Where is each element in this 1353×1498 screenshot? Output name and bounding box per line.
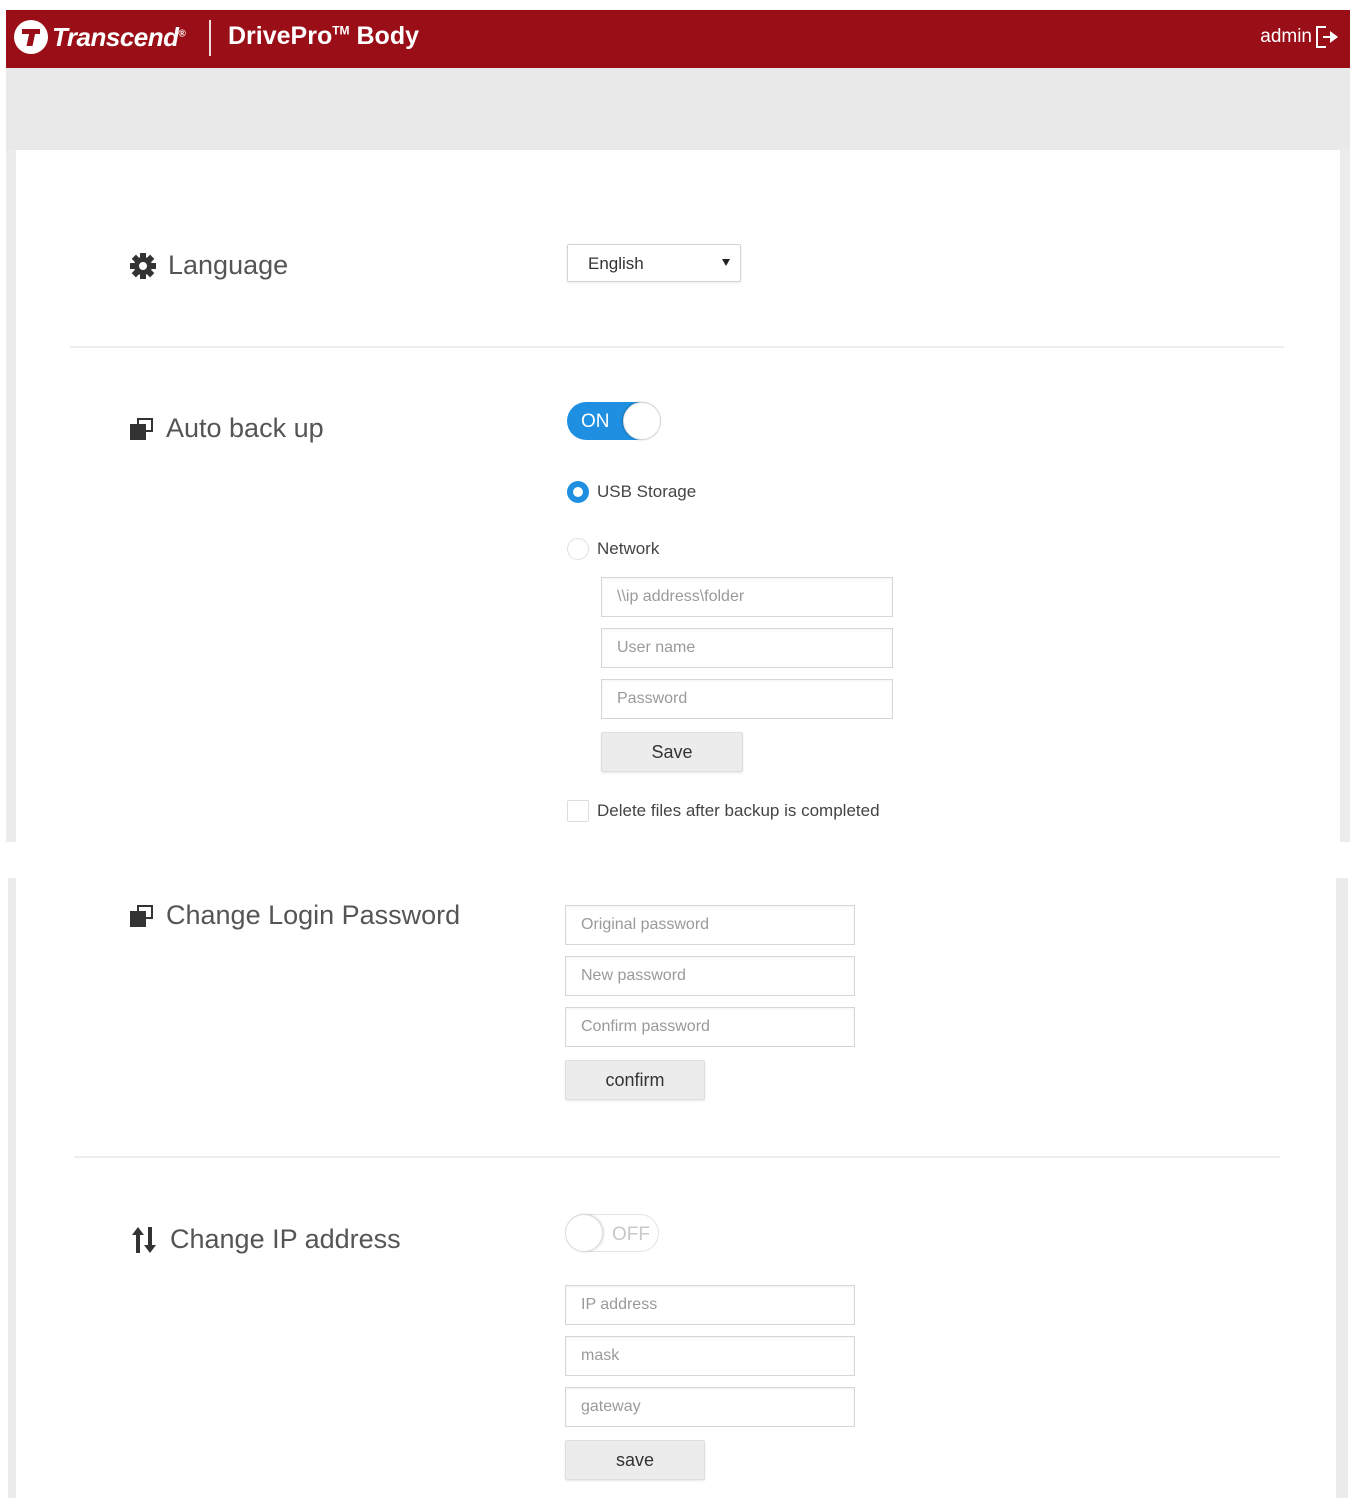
section-divider	[74, 1156, 1280, 1158]
toggle-off-label: OFF	[612, 1224, 650, 1245]
product-suffix: Body	[356, 22, 420, 50]
change-password-section-label: Change Login Password	[130, 900, 460, 931]
delete-after-backup-label: Delete files after backup is completed	[597, 801, 880, 820]
header-divider	[209, 20, 211, 56]
dropdown-arrow-icon	[722, 259, 730, 266]
delete-after-backup-option[interactable]: Delete files after backup is completed	[567, 800, 880, 822]
copy-icon	[130, 417, 154, 440]
toggle-knob	[623, 402, 661, 440]
network-password-input[interactable]	[601, 679, 893, 719]
language-select[interactable]: English	[567, 244, 741, 282]
confirm-password-input[interactable]	[565, 1007, 855, 1047]
card-border	[6, 150, 16, 842]
card-border	[8, 878, 16, 1498]
network-username-input[interactable]	[601, 628, 893, 668]
section-divider	[70, 346, 1284, 348]
language-label: Language	[168, 250, 289, 280]
toggle-knob	[565, 1214, 603, 1252]
user-menu[interactable]: admin	[1260, 25, 1340, 49]
auto-backup-label: Auto back up	[166, 413, 324, 443]
network-option[interactable]: Network	[567, 538, 659, 560]
network-save-button[interactable]: Save	[601, 732, 743, 772]
user-name: admin	[1260, 26, 1312, 47]
product-tm: TM	[332, 23, 350, 38]
ip-address-input[interactable]	[565, 1285, 855, 1325]
top-header: Transcend® DriveProTM Body admin	[6, 10, 1350, 68]
ip-save-button[interactable]: save	[565, 1440, 705, 1480]
card-border	[1340, 150, 1350, 842]
delete-after-backup-checkbox[interactable]	[567, 800, 589, 822]
brand-logo: Transcend®	[14, 20, 186, 54]
network-path-input[interactable]	[601, 577, 893, 617]
change-ip-section-label: Change IP address	[132, 1224, 401, 1255]
usb-storage-radio[interactable]	[567, 481, 589, 503]
change-password-label: Change Login Password	[166, 900, 461, 930]
gear-icon	[130, 252, 156, 279]
network-label: Network	[597, 539, 660, 558]
product-title: DriveProTM Body	[228, 22, 419, 51]
usb-storage-label: USB Storage	[597, 482, 697, 501]
brand-name: Transcend	[52, 21, 179, 52]
subheader-band	[6, 68, 1350, 150]
network-radio[interactable]	[567, 538, 589, 560]
change-ip-toggle[interactable]: OFF	[565, 1214, 659, 1252]
original-password-input[interactable]	[565, 905, 855, 945]
language-section-label: Language	[130, 250, 288, 281]
logout-icon[interactable]	[1316, 25, 1340, 49]
toggle-on-label: ON	[581, 411, 610, 432]
new-password-input[interactable]	[565, 956, 855, 996]
card-border	[1336, 878, 1348, 1498]
transcend-logo-icon	[14, 20, 48, 54]
language-selected-value: English	[588, 254, 644, 273]
product-name: DrivePro	[228, 22, 333, 50]
auto-backup-section-label: Auto back up	[130, 413, 324, 444]
change-ip-label: Change IP address	[170, 1224, 401, 1254]
confirm-password-button[interactable]: confirm	[565, 1060, 705, 1100]
auto-backup-toggle[interactable]: ON	[567, 402, 661, 440]
usb-storage-option[interactable]: USB Storage	[567, 481, 696, 503]
copy-icon	[130, 904, 154, 927]
gateway-input[interactable]	[565, 1387, 855, 1427]
mask-input[interactable]	[565, 1336, 855, 1376]
up-down-arrows-icon	[132, 1226, 158, 1253]
